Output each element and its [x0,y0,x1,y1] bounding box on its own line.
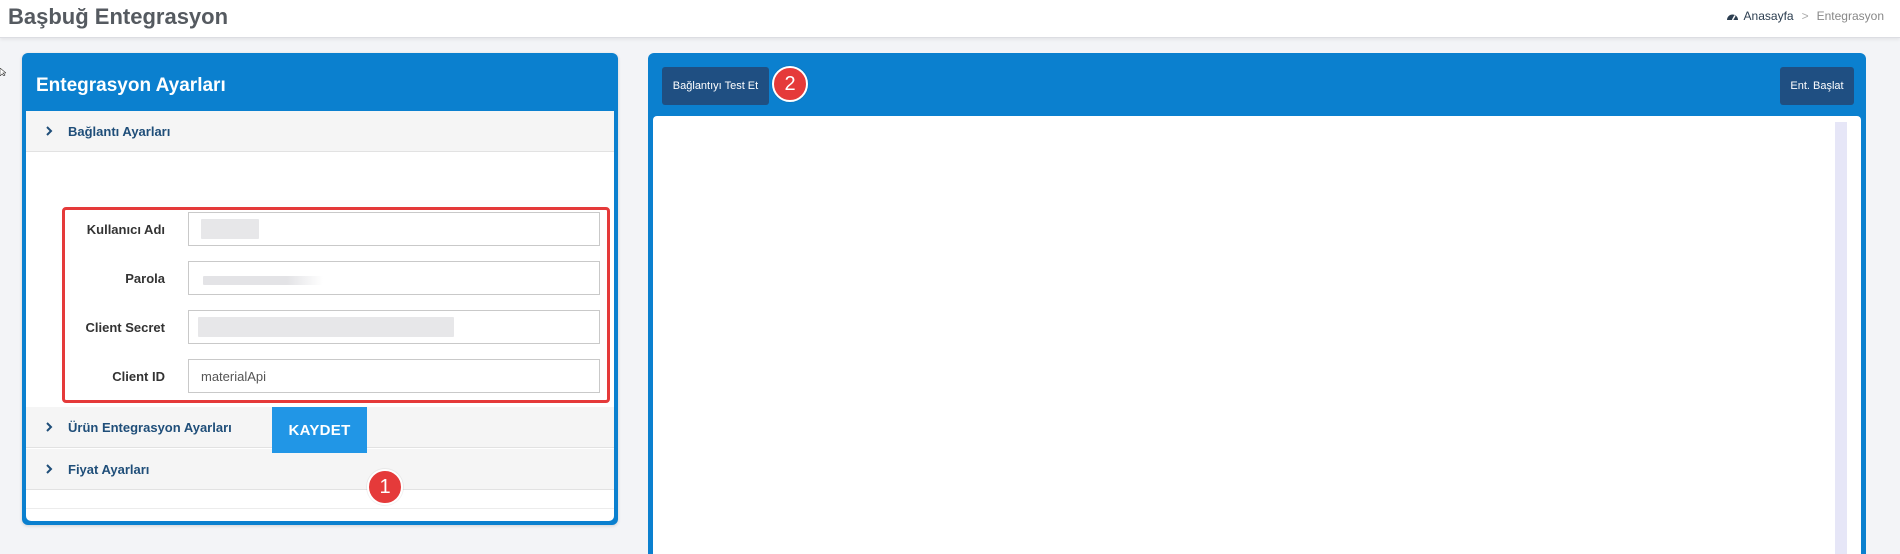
annotation-badge-1: 1 [367,469,403,505]
annotation-badge-2: 2 [772,66,808,102]
accordion-price-settings[interactable]: Fiyat Ayarları [26,449,614,490]
client-secret-redaction [198,317,454,337]
client-secret-row: Client Secret [65,308,607,344]
chevron-right-icon [46,126,53,136]
breadcrumb-home-link[interactable]: Anasayfa [1726,9,1794,23]
integration-output-panel: Bağlantıyı Test Et 2 Ent. Başlat [648,53,1866,554]
mouse-cursor-icon [0,68,6,76]
chevron-right-icon [46,422,53,432]
username-label: Kullanıcı Adı [86,222,165,237]
scrollbar[interactable] [1835,122,1847,554]
client-secret-label: Client Secret [85,320,165,335]
top-bar: Başbuğ Entegrasyon Anasayfa > Entegrasyo… [0,0,1900,38]
connection-fields-highlight: Kullanıcı Adı Parola Client Secret Clien… [62,207,610,403]
client-id-label: Client ID [112,369,165,384]
integration-settings-panel: Entegrasyon Ayarları Bağlantı Ayarları K… [22,53,618,525]
accordion-label: Ürün Entegrasyon Ayarları [68,419,232,435]
divider [26,508,614,509]
password-row: Parola [65,259,607,295]
chevron-right-icon [46,464,53,474]
client-id-row: Client ID [65,357,607,393]
username-row: Kullanıcı Adı [65,210,607,246]
panel-title: Entegrasyon Ayarları [36,75,226,96]
panel-body: Bağlantı Ayarları Kullanıcı Adı Parola C… [26,111,614,521]
breadcrumb: Anasayfa > Entegrasyon [1726,9,1884,23]
password-label: Parola [125,271,165,286]
password-redaction [203,276,323,285]
test-connection-button[interactable]: Bağlantıyı Test Et [662,67,769,105]
page-title: Başbuğ Entegrasyon [8,4,229,29]
accordion-label: Fiyat Ayarları [68,461,150,477]
accordion-connection-settings[interactable]: Bağlantı Ayarları [26,111,614,152]
save-button[interactable]: KAYDET [272,407,367,453]
breadcrumb-home-label: Anasayfa [1743,9,1794,23]
accordion-label: Bağlantı Ayarları [68,123,171,139]
client-id-input[interactable] [188,359,600,393]
breadcrumb-separator: > [1801,9,1809,23]
dashboard-icon [1726,14,1738,21]
breadcrumb-current: Entegrasyon [1816,9,1884,23]
start-integration-button[interactable]: Ent. Başlat [1780,67,1854,105]
username-redaction [201,219,259,239]
output-area [653,116,1861,554]
